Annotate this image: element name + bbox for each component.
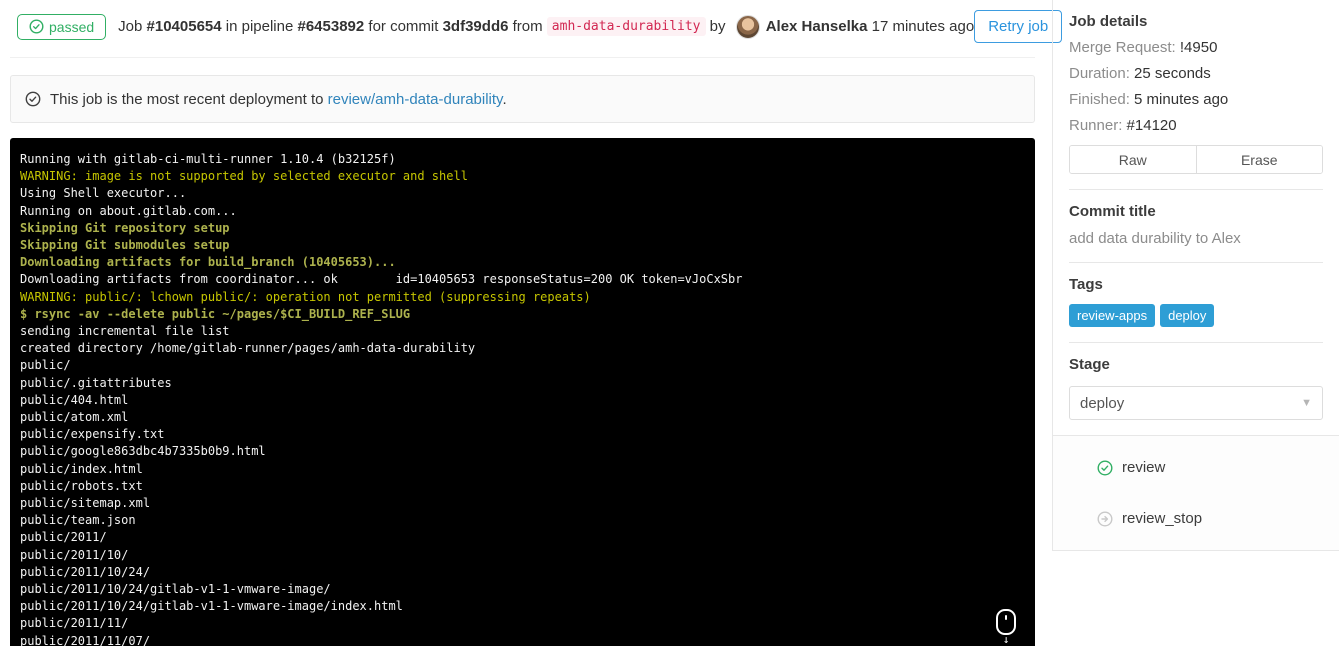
detail-label: Finished: xyxy=(1069,91,1135,108)
stage-jobs-list: review review_stop xyxy=(1053,435,1339,551)
log-line: WARNING: image is not supported by selec… xyxy=(20,169,468,184)
notice-suffix: . xyxy=(502,90,507,108)
stage-block: Stage deploy ▼ xyxy=(1069,343,1323,435)
log-line: public/expensify.txt xyxy=(20,427,165,442)
build-log-lines: Running with gitlab-ci-multi-runner 1.10… xyxy=(20,151,1025,646)
environment-link[interactable]: review/amh-data-durability xyxy=(328,91,503,108)
stage-heading: Stage xyxy=(1069,356,1110,373)
detail-label: Duration: xyxy=(1069,65,1135,82)
log-line: public/2011/10/24/ xyxy=(20,564,151,579)
stage-job-review[interactable]: review xyxy=(1053,442,1339,493)
job-header: passed Job #10405654 in pipeline #645389… xyxy=(10,0,1063,58)
stage-dropdown[interactable]: deploy ▼ xyxy=(1069,386,1323,420)
job-page-main: passed Job #10405654 in pipeline #645389… xyxy=(10,0,1063,646)
detail-value: !4950 xyxy=(1179,39,1218,56)
job-detail-row: Duration: 25 seconds xyxy=(1069,65,1323,82)
log-line: WARNING: public/: lchown public/: operat… xyxy=(20,289,591,304)
retry-job-button[interactable]: Retry job xyxy=(974,10,1063,43)
author-avatar[interactable] xyxy=(735,14,760,39)
job-name: review xyxy=(1122,459,1166,476)
scroll-down-indicator[interactable]: ↓ xyxy=(993,609,1019,645)
status-label: passed xyxy=(49,18,95,35)
tags-heading: Tags xyxy=(1069,276,1103,293)
log-line: Downloading artifacts from coordinator..… xyxy=(20,272,743,287)
check-circle-icon xyxy=(25,91,41,107)
stage-job-review_stop[interactable]: review_stop xyxy=(1053,493,1339,544)
commit-sha-link[interactable]: 3df39dd6 xyxy=(443,18,509,35)
log-line: public/google863dbc4b7335b0b9.html xyxy=(20,444,266,459)
detail-label: Runner: xyxy=(1069,117,1127,134)
branch-ref-badge[interactable]: amh-data-durability xyxy=(546,17,706,36)
notice-text: This job is the most recent deployment t… xyxy=(50,90,324,108)
log-line: $ rsync -av --delete public ~/pages/$CI_… xyxy=(20,306,411,321)
log-line: public/.gitattributes xyxy=(20,375,172,390)
arrow-down-icon: ↓ xyxy=(1002,633,1010,646)
log-line: public/atom.xml xyxy=(20,410,129,425)
job-detail-row: Runner: #14120 xyxy=(1069,117,1323,134)
job-number-link[interactable]: #10405654 xyxy=(147,18,222,35)
raw-button[interactable]: Raw xyxy=(1070,146,1196,173)
log-line: public/404.html xyxy=(20,392,129,407)
log-line: Downloading artifacts for build_branch (… xyxy=(20,255,396,270)
for-commit-word: for commit xyxy=(364,18,443,35)
from-word: from xyxy=(508,18,547,35)
mouse-scroll-icon xyxy=(996,609,1016,635)
log-line: public/2011/11/07/ xyxy=(20,633,151,646)
job-detail-row: Merge Request: !4950 xyxy=(1069,39,1323,56)
log-line: public/team.json xyxy=(20,513,136,528)
job-name: review_stop xyxy=(1122,510,1203,527)
commit-title-block: Commit title add data durability to Alex xyxy=(1069,190,1323,263)
log-line: created directory /home/gitlab-runner/pa… xyxy=(20,341,476,356)
time-ago: 17 minutes ago xyxy=(871,18,975,35)
build-log-terminal[interactable]: Running with gitlab-ci-multi-runner 1.10… xyxy=(10,138,1035,646)
deployment-notice: This job is the most recent deployment t… xyxy=(10,75,1035,123)
check-circle-icon xyxy=(29,19,44,34)
arrow-right-circle-icon xyxy=(1097,510,1113,527)
job-detail-row: Finished: 5 minutes ago xyxy=(1069,91,1323,108)
log-line: Running with gitlab-ci-multi-runner 1.10… xyxy=(20,152,396,166)
log-line: Using Shell executor... xyxy=(20,186,187,201)
by-word: by xyxy=(705,18,730,35)
detail-label: Merge Request: xyxy=(1069,39,1180,56)
author-name-link[interactable]: Alex Hanselka xyxy=(766,18,868,35)
log-line: sending incremental file list xyxy=(20,324,230,339)
log-line: public/sitemap.xml xyxy=(20,496,151,511)
log-line: public/ xyxy=(20,358,71,373)
status-badge[interactable]: passed xyxy=(17,13,107,40)
log-line: public/2011/ xyxy=(20,530,107,545)
log-line: public/2011/10/ xyxy=(20,547,129,562)
erase-button[interactable]: Erase xyxy=(1195,146,1322,173)
pipeline-number-link[interactable]: #6453892 xyxy=(298,18,365,35)
log-line: Running on about.gitlab.com... xyxy=(20,203,237,218)
commit-title-text: add data durability to Alex xyxy=(1069,230,1241,247)
detail-value: 5 minutes ago xyxy=(1134,91,1229,108)
detail-value: 25 seconds xyxy=(1134,65,1211,82)
log-line: Skipping Git submodules setup xyxy=(20,238,230,253)
job-word: Job xyxy=(118,18,147,35)
stage-selected-value: deploy xyxy=(1080,394,1125,412)
chevron-down-icon: ▼ xyxy=(1301,397,1312,409)
log-line: public/2011/10/24/gitlab-v1-1-vmware-ima… xyxy=(20,599,403,614)
detail-value: #14120 xyxy=(1126,117,1177,134)
tag-badge[interactable]: review-apps xyxy=(1069,304,1156,327)
in-pipeline-word: in pipeline xyxy=(221,18,298,35)
commit-title-heading: Commit title xyxy=(1069,203,1156,220)
job-details-block: Job details Merge Request: !4950 Duration… xyxy=(1069,0,1323,190)
job-header-text: Job #10405654 in pipeline #6453892 for c… xyxy=(118,14,975,39)
tags-block: Tags review-apps deploy xyxy=(1069,263,1323,343)
log-line: public/2011/11/ xyxy=(20,616,129,631)
job-details-title: Job details xyxy=(1069,13,1148,30)
log-line: Skipping Git repository setup xyxy=(20,220,230,235)
log-line: public/robots.txt xyxy=(20,478,143,493)
job-details-rows: Merge Request: !4950 Duration: 25 seconds… xyxy=(1069,39,1323,134)
log-line: public/2011/10/24/gitlab-v1-1-vmware-ima… xyxy=(20,582,331,597)
deployment-notice-text: This job is the most recent deployment t… xyxy=(50,91,507,108)
tag-badge[interactable]: deploy xyxy=(1160,304,1215,327)
check-circle-icon xyxy=(1097,459,1113,476)
log-line: public/index.html xyxy=(20,461,143,476)
tags-row: review-apps deploy xyxy=(1069,304,1323,327)
log-actions-group: Raw Erase xyxy=(1069,145,1323,174)
job-sidebar: Job details Merge Request: !4950 Duration… xyxy=(1052,0,1339,551)
